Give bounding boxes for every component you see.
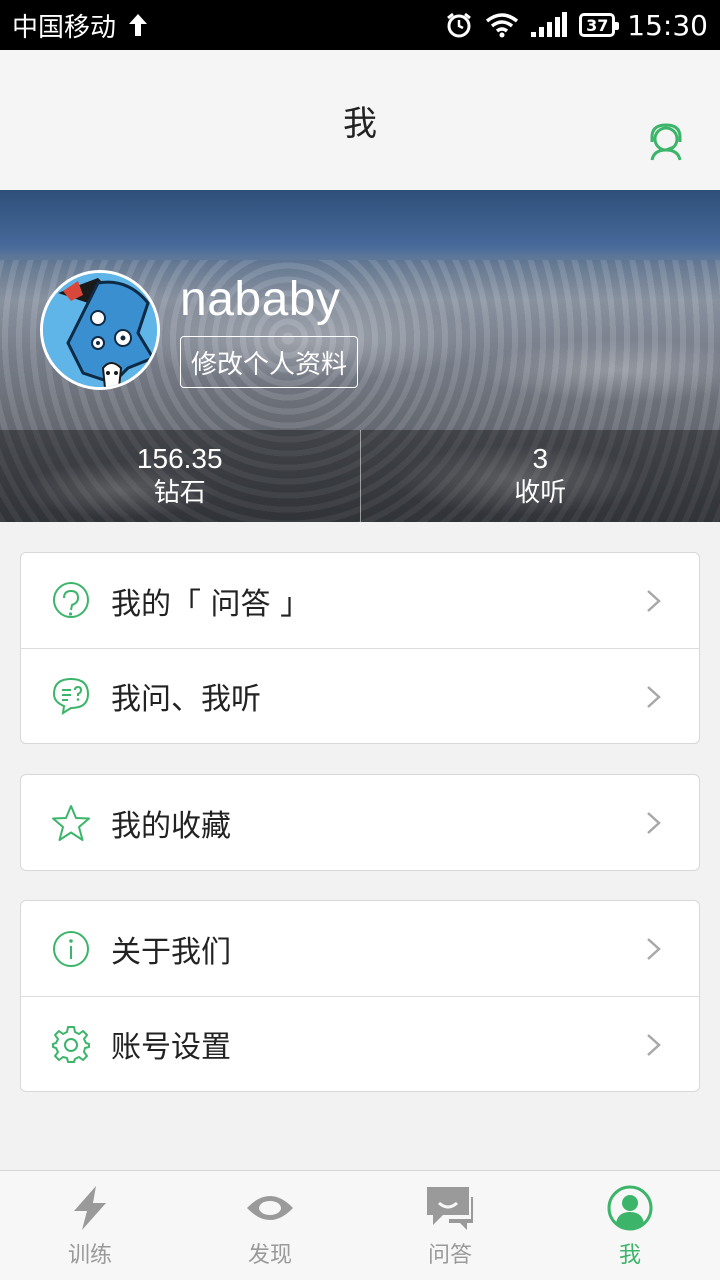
chevron-right-icon [647,812,661,834]
menu-item-about[interactable]: 关于我们 [21,901,699,996]
star-icon [52,804,90,841]
wifi-icon [486,13,519,38]
tab-label: 发现 [247,1242,292,1268]
avatar[interactable] [40,270,160,390]
tab-qa[interactable]: 问答 [360,1171,540,1280]
stat-label: 钻石 [153,478,206,508]
tab-label: 问答 [427,1242,472,1268]
page-header: 我 [0,50,720,190]
gear-icon [52,1026,90,1063]
menu-item-favorites[interactable]: 我的收藏 [21,775,699,870]
stats-bar: 156.35 钻石 3 收听 [0,430,720,522]
clock: 15:30 [627,8,708,42]
menu-item-label: 我的「 问答 」 [111,586,311,622]
tab-label: 训练 [67,1242,112,1268]
bottom-tab-bar: 训练 发现 问答 我 [0,1170,720,1280]
stat-diamonds[interactable]: 156.35 钻石 [0,430,360,522]
signal-icon [531,12,568,37]
chevron-right-icon [647,686,661,708]
menu-group-favorites: 我的收藏 [20,774,700,871]
stat-value: 156.35 [136,443,223,474]
chat-question-icon [52,677,90,715]
menu-item-label: 我问、我听 [111,682,261,717]
status-bar: 中国移动 37 15:30 [0,0,720,50]
chevron-right-icon [647,590,661,612]
user-icon [607,1185,653,1230]
menu-group-qa: 我的「 问答 」 我问、我听 [20,552,700,744]
info-icon [53,930,89,967]
stat-label: 收听 [514,478,567,508]
stat-followers[interactable]: 3 收听 [359,430,720,522]
page-title: 我 [343,103,377,144]
battery-indicator: 37 [579,13,620,37]
menu-item-ask-listen[interactable]: 我问、我听 [21,648,699,743]
alarm-icon [447,12,472,38]
eye-icon [247,1195,293,1220]
profile-banner: nababy 修改个人资料 156.35 钻石 3 收听 [0,190,720,522]
menu-item-account-settings[interactable]: 账号设置 [21,996,699,1091]
menu-group-settings: 关于我们 账号设置 [20,900,700,1092]
stat-value: 3 [532,443,549,474]
username: nababy [180,273,341,326]
edit-profile-button[interactable]: 修改个人资料 [180,336,359,388]
menu-item-my-qa[interactable]: 我的「 问答 」 [21,553,699,648]
chat-icon [427,1186,473,1230]
tab-me[interactable]: 我 [540,1171,720,1280]
chevron-right-icon [647,938,661,960]
menu-item-label: 我的收藏 [111,808,231,844]
carrier-name: 中国移动 [12,12,117,43]
tab-label: 我 [618,1242,641,1268]
chevron-right-icon [647,1034,661,1056]
menu-item-label: 账号设置 [111,1030,231,1065]
tab-training[interactable]: 训练 [0,1171,180,1280]
tab-discover[interactable]: 发现 [180,1171,360,1280]
lightning-icon [74,1185,106,1230]
menu-item-label: 关于我们 [111,934,231,970]
customer-service-icon[interactable] [644,120,688,164]
qa-bubble-icon [53,581,89,618]
upload-arrow-icon [129,14,148,36]
